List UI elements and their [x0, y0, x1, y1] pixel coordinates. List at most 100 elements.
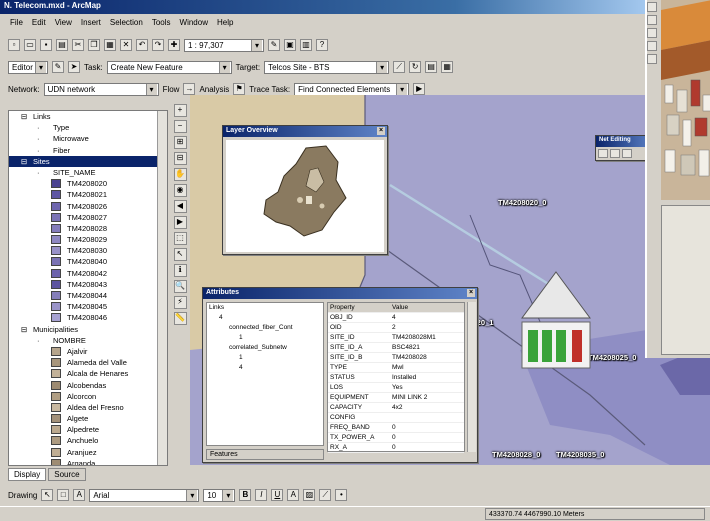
- menu-view[interactable]: View: [55, 18, 72, 32]
- table-row[interactable]: LOS Yes: [328, 383, 464, 393]
- hyperlink-icon[interactable]: ⚡: [173, 296, 187, 309]
- toc-row[interactable]: Aranjuez: [9, 447, 167, 458]
- net-connect-icon[interactable]: [622, 149, 632, 158]
- toc-row[interactable]: TM4208029: [9, 234, 167, 245]
- zoom-in-icon[interactable]: +: [173, 104, 187, 117]
- toc-row[interactable]: ⊟ Sites: [9, 155, 167, 167]
- toc-row[interactable]: Arganda: [9, 458, 167, 465]
- attributes-title[interactable]: Attributes ×: [203, 288, 477, 299]
- toc-row[interactable]: TM4208046: [9, 312, 167, 323]
- copy-icon[interactable]: ❐: [88, 39, 100, 51]
- attributes-scrollbar[interactable]: [467, 302, 476, 452]
- fixed-zoom-in-icon[interactable]: ⊞: [173, 136, 187, 149]
- toc-row[interactable]: · Fiber: [9, 145, 167, 156]
- table-row[interactable]: FREQ_BAND 0: [328, 423, 464, 433]
- overview-title[interactable]: Layer Overview ×: [223, 126, 387, 137]
- split-icon[interactable]: ⟋: [393, 61, 406, 73]
- help-icon[interactable]: ?: [316, 39, 328, 51]
- toc-row[interactable]: Alcobendas: [9, 380, 167, 391]
- identify-icon[interactable]: ℹ: [173, 264, 187, 277]
- table-row[interactable]: OID 2: [328, 323, 464, 333]
- navigate-icon[interactable]: [647, 2, 657, 12]
- map-canvas[interactable]: TM4208020_0 TM4208020_1 TM4208025_0 TM42…: [190, 95, 710, 465]
- table-row[interactable]: EQUIPMENT MINI LINK 2: [328, 393, 464, 403]
- expand-icon[interactable]: ⊟: [21, 324, 27, 335]
- font-combo[interactable]: Arial: [89, 488, 200, 502]
- toc-row[interactable]: · SITE_NAME: [9, 167, 167, 178]
- select-elements-icon[interactable]: ↖: [41, 489, 54, 501]
- net-tool-icon[interactable]: [598, 149, 608, 158]
- delete-icon[interactable]: ✕: [120, 39, 132, 51]
- italic-icon[interactable]: I: [255, 489, 268, 501]
- menu-tools[interactable]: Tools: [152, 18, 171, 32]
- secondary-window[interactable]: [645, 0, 710, 358]
- overview-map[interactable]: [226, 140, 384, 252]
- toc-row[interactable]: TM4208020: [9, 178, 167, 189]
- toc-row[interactable]: Algete: [9, 413, 167, 424]
- table-row[interactable]: SITE_ID TM4208028M1: [328, 333, 464, 343]
- bts-site-symbol[interactable]: [520, 270, 592, 370]
- toc-row[interactable]: TM4208030: [9, 245, 167, 256]
- toc-row[interactable]: Ajalvir: [9, 346, 167, 357]
- expand-icon[interactable]: ⊟: [21, 111, 27, 122]
- bold-icon[interactable]: B: [239, 489, 252, 501]
- table-row[interactable]: STATUS Installed: [328, 373, 464, 383]
- new-icon[interactable]: ▫: [8, 39, 20, 51]
- toc-row[interactable]: Alcala de Henares: [9, 368, 167, 379]
- zoom-icon[interactable]: [647, 28, 657, 38]
- zoom-out-icon[interactable]: −: [173, 120, 187, 133]
- table-row[interactable]: CONFIG: [328, 413, 464, 423]
- toc-row[interactable]: · NOMBRE: [9, 335, 167, 346]
- toc-row[interactable]: TM4208045: [9, 301, 167, 312]
- tree-node[interactable]: correlated_Subnetw: [207, 343, 323, 353]
- table-row[interactable]: OBJ_ID 4: [328, 313, 464, 323]
- full-extent-icon[interactable]: ◉: [173, 184, 187, 197]
- column-header-property[interactable]: Property: [328, 303, 390, 312]
- table-row[interactable]: TYPE Mwl: [328, 363, 464, 373]
- toc-row[interactable]: TM4208043: [9, 279, 167, 290]
- drawing-menu[interactable]: Drawing: [8, 491, 37, 500]
- flow-direction-icon[interactable]: →: [183, 83, 196, 95]
- toc-row[interactable]: ⊟ Links: [9, 111, 167, 122]
- table-row[interactable]: RX_A 0: [328, 443, 464, 453]
- select-elements-icon[interactable]: ↖: [173, 248, 187, 261]
- toc-row[interactable]: Aldea del Fresno: [9, 402, 167, 413]
- site-label[interactable]: TM4208020_0: [498, 198, 546, 207]
- site-label[interactable]: TM4208028_0: [492, 450, 540, 459]
- editor-menu[interactable]: Editor: [8, 60, 48, 74]
- toc-row[interactable]: TM4208027: [9, 212, 167, 223]
- menu-insert[interactable]: Insert: [81, 18, 101, 32]
- toc-row[interactable]: Anchuelo: [9, 435, 167, 446]
- target-combo[interactable]: Telcos Site - BTS: [264, 60, 390, 74]
- tab-source[interactable]: Source: [48, 468, 86, 481]
- tree-node[interactable]: 1: [207, 353, 323, 363]
- tree-node[interactable]: Links: [207, 303, 323, 313]
- paste-icon[interactable]: ▦: [104, 39, 116, 51]
- text-icon[interactable]: A: [73, 489, 86, 501]
- edit-tool-icon[interactable]: ➤: [68, 61, 80, 73]
- underline-icon[interactable]: U: [271, 489, 284, 501]
- task-combo[interactable]: Create New Feature: [106, 60, 232, 74]
- pan-icon[interactable]: ✋: [173, 168, 187, 181]
- attributes-icon[interactable]: ▤: [425, 61, 438, 73]
- sketch-tool-icon[interactable]: ✎: [52, 61, 64, 73]
- measure-icon[interactable]: 📏: [173, 312, 187, 325]
- cut-icon[interactable]: ✂: [72, 39, 84, 51]
- marker-color-icon[interactable]: •: [335, 489, 348, 501]
- site-label[interactable]: TM4208025_0: [588, 353, 636, 362]
- menu-selection[interactable]: Selection: [110, 18, 143, 32]
- pan-icon[interactable]: [647, 41, 657, 51]
- 3d-city-view[interactable]: [661, 0, 710, 200]
- redo-icon[interactable]: ↷: [152, 39, 164, 51]
- table-row[interactable]: SITE_ID_A BSC4821: [328, 343, 464, 353]
- flow-menu[interactable]: Flow: [163, 85, 180, 94]
- open-icon[interactable]: ▭: [24, 39, 36, 51]
- menu-edit[interactable]: Edit: [32, 18, 46, 32]
- table-row[interactable]: TX_POWER_A 0: [328, 433, 464, 443]
- sketch-properties-icon[interactable]: ▦: [441, 61, 454, 73]
- tree-node[interactable]: 1: [207, 333, 323, 343]
- font-color-icon[interactable]: A: [287, 489, 300, 501]
- tree-node[interactable]: 4: [207, 363, 323, 373]
- toc-row[interactable]: Alcorcon: [9, 391, 167, 402]
- secondary-panel[interactable]: [661, 205, 710, 355]
